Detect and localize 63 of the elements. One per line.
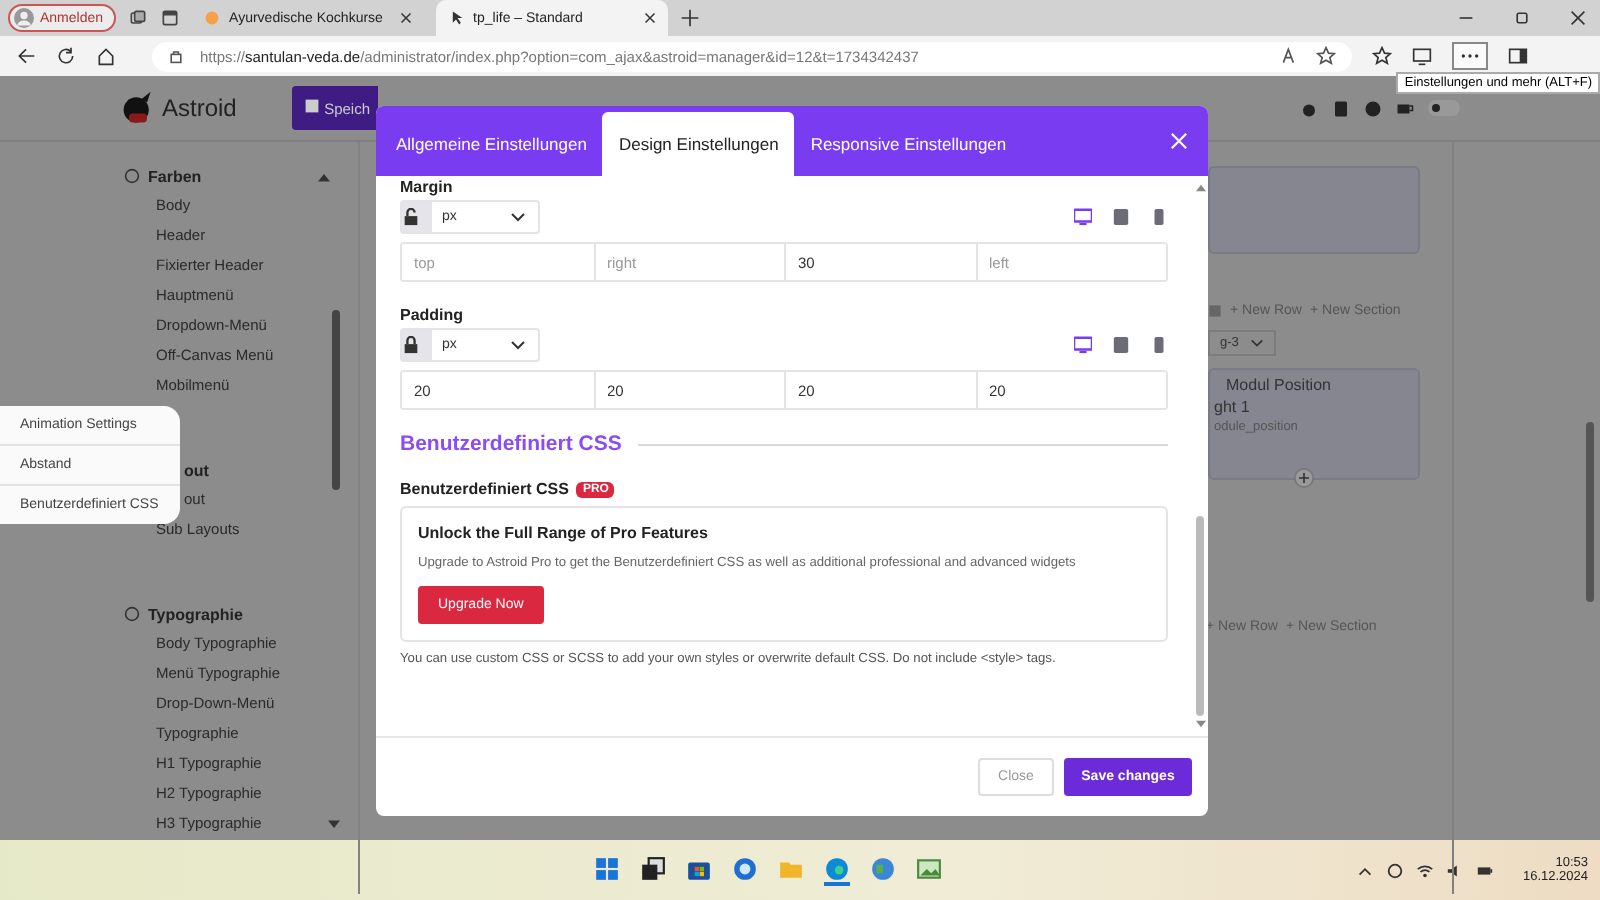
- save-icon: [304, 98, 320, 114]
- scroll-down-icon[interactable]: [1195, 720, 1205, 728]
- cursor-favicon-icon: [447, 10, 464, 26]
- sidebar-group-title[interactable]: Farben: [148, 167, 202, 185]
- task-view-icon[interactable]: [640, 855, 667, 881]
- restore-icon[interactable]: [1514, 10, 1530, 26]
- tab-actions-icon[interactable]: [159, 8, 180, 28]
- more-icon: [1460, 52, 1480, 60]
- tablet-icon[interactable]: [1112, 336, 1130, 354]
- section-heading: Benutzerdefiniert CSS: [400, 432, 622, 456]
- logo-icon: [120, 90, 156, 126]
- scroll-up-icon[interactable]: [1195, 184, 1205, 192]
- coffee-icon[interactable]: [1396, 99, 1414, 117]
- desktop-icon[interactable]: [1074, 336, 1092, 354]
- logo-text: Astroid: [162, 94, 237, 122]
- more-button[interactable]: [1452, 42, 1488, 70]
- close-window-icon[interactable]: [1570, 10, 1586, 26]
- start-icon[interactable]: [594, 855, 621, 881]
- new-tab-icon[interactable]: [679, 8, 700, 28]
- home-icon[interactable]: [96, 46, 116, 66]
- close-tab-icon[interactable]: [643, 12, 656, 24]
- workspaces-icon[interactable]: [127, 8, 148, 28]
- battery-icon[interactable]: [1476, 861, 1495, 879]
- star-icon[interactable]: [1316, 46, 1336, 66]
- chevron-down-icon: [1250, 338, 1265, 348]
- screenshot-icon[interactable]: [1412, 46, 1432, 66]
- reload-icon[interactable]: [56, 46, 76, 66]
- mobile-icon[interactable]: [1150, 208, 1168, 226]
- chevron-down-icon: [510, 212, 526, 222]
- wifi-icon[interactable]: [1416, 861, 1435, 879]
- spacing-label: Margin: [400, 176, 455, 198]
- image-app-icon[interactable]: [916, 855, 943, 881]
- sidebar-icon[interactable]: [1508, 46, 1528, 66]
- locked-icon[interactable]: [402, 330, 432, 360]
- read-aloud-icon[interactable]: [1280, 46, 1300, 66]
- field-label: Benutzerdefiniert CSS: [400, 480, 569, 498]
- add-circle-icon[interactable]: [1294, 468, 1314, 488]
- group-icon: [124, 168, 140, 184]
- spacing-label: Padding: [400, 304, 466, 326]
- card-title: Unlock the Full Range of Pro Features: [418, 524, 710, 542]
- desktop-icon[interactable]: [1074, 208, 1092, 226]
- settings-tab[interactable]: Allgemeine Einstellungen: [380, 112, 603, 176]
- module-title: Modul Position: [1224, 376, 1333, 394]
- settings-tab[interactable]: Design Einstellungen: [602, 112, 795, 176]
- caret-down-icon[interactable]: [328, 820, 340, 830]
- close-tab-icon[interactable]: [399, 12, 412, 24]
- back-icon[interactable]: [16, 46, 36, 66]
- module-name: ght 1: [1214, 398, 1252, 416]
- caret-up-icon[interactable]: [317, 171, 330, 181]
- page-info-icon: [168, 48, 184, 64]
- mobile-icon[interactable]: [1150, 336, 1168, 354]
- close-icon[interactable]: [1170, 132, 1188, 150]
- group-icon: [124, 606, 140, 622]
- document-icon[interactable]: [1332, 99, 1350, 117]
- unlocked-icon[interactable]: [402, 202, 432, 232]
- sidebar-group-title[interactable]: Typographie: [148, 605, 243, 623]
- chevron-down-icon: [510, 340, 526, 350]
- settings-tab[interactable]: Responsive Einstellungen: [794, 112, 1023, 176]
- favorites-icon[interactable]: [1372, 46, 1392, 66]
- theme-toggle[interactable]: [1428, 100, 1460, 116]
- avatar-icon: [14, 8, 34, 28]
- sidebar-group-title[interactable]: out: [184, 461, 209, 479]
- tablet-icon[interactable]: [1112, 208, 1130, 226]
